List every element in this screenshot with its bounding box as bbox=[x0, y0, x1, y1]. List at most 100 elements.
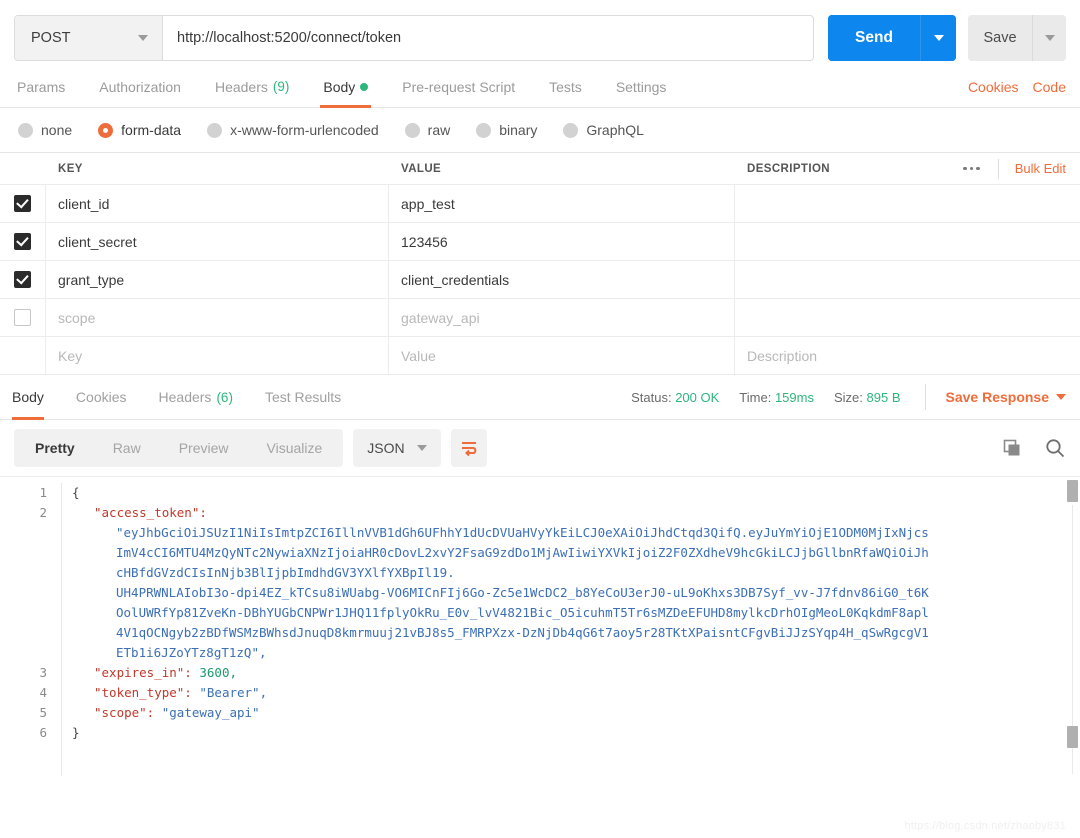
view-mode-visualize[interactable]: Visualize bbox=[248, 431, 342, 465]
cookies-link[interactable]: Cookies bbox=[968, 79, 1019, 95]
row-description-cell[interactable]: Description bbox=[735, 337, 1080, 374]
response-tab-body[interactable]: Body bbox=[0, 375, 60, 420]
table-row[interactable]: client_secret 123456 bbox=[0, 223, 1080, 261]
tab-tests[interactable]: Tests bbox=[532, 66, 599, 108]
row-description-cell[interactable] bbox=[735, 223, 1080, 260]
table-row[interactable]: client_id app_test bbox=[0, 185, 1080, 223]
http-method-value: POST bbox=[31, 30, 71, 46]
response-format-select[interactable]: JSON bbox=[353, 429, 441, 467]
body-type-none[interactable]: none bbox=[18, 122, 72, 138]
response-tab-cookies[interactable]: Cookies bbox=[60, 375, 143, 420]
json-line-scope: "scope": "gateway_api" bbox=[94, 705, 260, 720]
json-open-brace: { bbox=[72, 485, 80, 500]
save-options-button[interactable] bbox=[1032, 15, 1066, 61]
view-mode-preview[interactable]: Preview bbox=[160, 431, 248, 465]
body-type-radio-group: none form-data x-www-form-urlencoded raw… bbox=[0, 108, 1080, 152]
row-checkbox-cell bbox=[0, 223, 46, 260]
row-description-placeholder: Description bbox=[747, 347, 818, 364]
save-response-button[interactable]: Save Response bbox=[924, 384, 1066, 410]
table-row[interactable]: scope gateway_api bbox=[0, 299, 1080, 337]
header-key-cell: KEY bbox=[46, 153, 389, 184]
row-checkbox[interactable] bbox=[14, 233, 31, 250]
header-checkbox-cell bbox=[0, 153, 46, 184]
word-wrap-toggle[interactable] bbox=[450, 429, 487, 467]
bulk-edit-button[interactable]: Bulk Edit bbox=[999, 161, 1066, 176]
send-options-button[interactable] bbox=[920, 15, 956, 61]
body-type-x-www-form-urlencoded[interactable]: x-www-form-urlencoded bbox=[207, 122, 379, 138]
row-checkbox[interactable] bbox=[14, 271, 31, 288]
row-value-cell[interactable]: Value bbox=[389, 337, 735, 374]
tab-pre-request-script[interactable]: Pre-request Script bbox=[385, 66, 532, 108]
search-button[interactable] bbox=[1044, 437, 1066, 459]
save-group: Save bbox=[968, 15, 1066, 61]
token-line-5: OolUWRfYp81ZveKn-DBhYUGbCNPWr1JHQ11fplyO… bbox=[116, 605, 929, 620]
copy-button[interactable] bbox=[1002, 438, 1022, 458]
radio-icon bbox=[563, 122, 579, 138]
request-url-input[interactable] bbox=[163, 16, 813, 60]
response-body-viewer[interactable]: 1 2 3 4 5 6 { "access_token": "eyJhbGciO… bbox=[0, 476, 1080, 776]
row-value-cell[interactable]: gateway_api bbox=[389, 299, 735, 336]
row-value-text: client_credentials bbox=[401, 271, 510, 288]
request-right-links: Cookies Code bbox=[968, 79, 1066, 95]
code-link[interactable]: Code bbox=[1033, 79, 1066, 95]
table-row[interactable]: grant_type client_credentials bbox=[0, 261, 1080, 299]
row-key-cell[interactable]: grant_type bbox=[46, 261, 389, 298]
body-type-form-data[interactable]: form-data bbox=[98, 122, 181, 138]
watermark: https://blog.csdn.net/zhaoby831 bbox=[904, 820, 1066, 832]
line-number-blank bbox=[0, 643, 47, 663]
send-button[interactable]: Send bbox=[828, 15, 920, 61]
row-key-cell[interactable]: scope bbox=[46, 299, 389, 336]
row-key-cell[interactable]: client_id bbox=[46, 185, 389, 222]
line-number-blank bbox=[0, 543, 47, 563]
scrollbar-thumb-top[interactable] bbox=[1067, 480, 1078, 502]
body-type-graphql[interactable]: GraphQL bbox=[563, 122, 644, 138]
row-checkbox[interactable] bbox=[14, 309, 31, 326]
table-row-new[interactable]: Key Value Description bbox=[0, 337, 1080, 375]
tab-body[interactable]: Body bbox=[306, 66, 385, 108]
http-method-select[interactable]: POST bbox=[15, 16, 163, 60]
line-number: 3 bbox=[39, 665, 47, 680]
time-label: Time: bbox=[739, 389, 772, 405]
tab-label: Body bbox=[12, 389, 44, 405]
save-button[interactable]: Save bbox=[968, 15, 1032, 61]
response-view-toolbar: Pretty Raw Preview Visualize JSON bbox=[0, 420, 1080, 476]
line-number: 2 bbox=[39, 505, 47, 520]
code-content[interactable]: { "access_token": "eyJhbGciOiJSUzI1NiIsI… bbox=[62, 483, 1080, 776]
row-description-cell[interactable] bbox=[735, 261, 1080, 298]
response-tab-headers[interactable]: Headers (6) bbox=[143, 375, 249, 420]
size-value: 895 B bbox=[866, 389, 901, 405]
response-tabs: Body Cookies Headers (6) Test Results bbox=[0, 375, 357, 420]
tab-authorization[interactable]: Authorization bbox=[82, 66, 198, 108]
row-value-cell[interactable]: 123456 bbox=[389, 223, 735, 260]
body-type-binary[interactable]: binary bbox=[476, 122, 537, 138]
scrollbar-thumb-bottom[interactable] bbox=[1067, 726, 1078, 748]
radio-label: raw bbox=[427, 122, 451, 138]
tab-headers[interactable]: Headers (9) bbox=[198, 66, 306, 108]
tab-label: Tests bbox=[549, 78, 582, 95]
row-value-cell[interactable]: client_credentials bbox=[389, 261, 735, 298]
row-key-cell[interactable]: Key bbox=[46, 337, 389, 374]
body-type-raw[interactable]: raw bbox=[404, 122, 451, 138]
view-mode-label: Pretty bbox=[35, 440, 75, 456]
row-description-cell[interactable] bbox=[735, 299, 1080, 336]
row-checkbox[interactable] bbox=[14, 195, 31, 212]
line-number-gutter: 1 2 3 4 5 6 bbox=[0, 483, 62, 776]
line-number: 6 bbox=[39, 725, 47, 740]
tab-settings[interactable]: Settings bbox=[599, 66, 684, 108]
postman-window: POST Send Save Params Authorization bbox=[0, 0, 1080, 838]
row-key-placeholder: Key bbox=[58, 347, 83, 364]
response-format-value: JSON bbox=[367, 440, 405, 456]
line-number: 5 bbox=[39, 705, 47, 720]
row-description-cell[interactable] bbox=[735, 185, 1080, 222]
view-mode-pretty[interactable]: Pretty bbox=[16, 431, 94, 465]
row-value-cell[interactable]: app_test bbox=[389, 185, 735, 222]
more-options-icon[interactable] bbox=[945, 158, 999, 179]
view-mode-raw[interactable]: Raw bbox=[94, 431, 160, 465]
url-group: POST bbox=[14, 15, 814, 61]
row-value-placeholder: Value bbox=[401, 347, 436, 364]
tab-params[interactable]: Params bbox=[0, 66, 82, 108]
row-key-cell[interactable]: client_secret bbox=[46, 223, 389, 260]
response-tab-test-results[interactable]: Test Results bbox=[249, 375, 357, 420]
request-tabs: Params Authorization Headers (9) Body Pr… bbox=[0, 66, 968, 108]
row-checkbox-cell bbox=[0, 299, 46, 336]
